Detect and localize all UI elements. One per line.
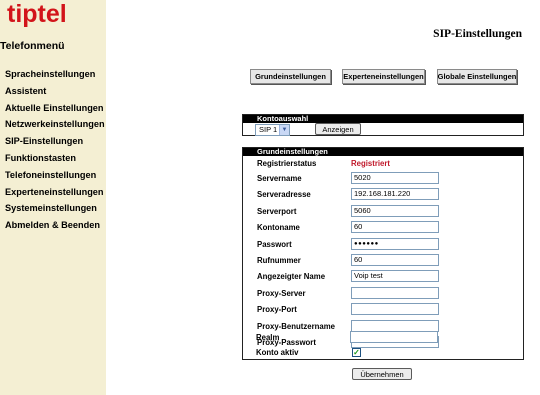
serveraddress-row: Serveradresse 192.168.181.220: [257, 188, 519, 201]
realm-row: Realm: [256, 331, 518, 344]
number-row: Rufnummer 60: [257, 254, 519, 267]
account-active-row: Konto aktiv ✓: [256, 346, 518, 359]
sidebar-item-telefoneinstellungen[interactable]: Telefoneinstellungen: [5, 169, 105, 186]
proxyport-label: Proxy-Port: [257, 305, 297, 314]
serverport-label: Serverport: [257, 207, 297, 216]
number-label: Rufnummer: [257, 256, 301, 265]
proxyserver-row: Proxy-Server: [257, 287, 519, 300]
serverport-row: Serverport 5060: [257, 205, 519, 218]
show-button[interactable]: Anzeigen: [315, 123, 361, 135]
serveraddress-label: Serveradresse: [257, 190, 311, 199]
tab-globale-einstellungen[interactable]: Globale Einstellungen: [437, 69, 517, 84]
serverport-field[interactable]: 5060: [351, 205, 439, 217]
number-field[interactable]: 60: [351, 254, 439, 266]
sidebar-menu: Spracheinstellungen Assistent Aktuelle E…: [5, 68, 105, 236]
proxyport-row: Proxy-Port: [257, 303, 519, 316]
password-field[interactable]: ●●●●●●: [351, 238, 439, 250]
account-select-value: SIP 1: [259, 125, 278, 134]
basic-settings-header: Grundeinstellungen: [243, 148, 523, 156]
displayname-row: Angezeigter Name Voip test: [257, 270, 519, 283]
password-label: Passwort: [257, 240, 292, 249]
sidebar-item-funktionstasten[interactable]: Funktionstasten: [5, 152, 105, 169]
sidebar-item-systemeinstellungen[interactable]: Systemeinstellungen: [5, 202, 105, 219]
page-title: SIP-Einstellungen: [433, 28, 522, 40]
sidebar-item-spracheinstellungen[interactable]: Spracheinstellungen: [5, 68, 105, 85]
accountname-field[interactable]: 60: [351, 221, 439, 233]
tiptel-logo: tiptel: [7, 0, 67, 28]
proxyserver-label: Proxy-Server: [257, 289, 306, 298]
registration-status-label: Registrierstatus: [257, 159, 317, 168]
sidebar: tiptel Telefonmenü Spracheinstellungen A…: [0, 0, 106, 395]
sidebar-item-experteneinstellungen[interactable]: Experteneinstellungen: [5, 186, 105, 203]
accountname-label: Kontoname: [257, 223, 300, 232]
displayname-field[interactable]: Voip test: [351, 270, 439, 282]
account-active-checkbox[interactable]: ✓: [352, 348, 361, 357]
chevron-down-icon[interactable]: ▼: [279, 125, 289, 135]
account-active-label: Konto aktiv: [256, 348, 299, 357]
realm-label: Realm: [256, 333, 280, 342]
apply-button[interactable]: Übernehmen: [352, 368, 412, 380]
sidebar-item-abmelden[interactable]: Abmelden & Beenden: [5, 219, 105, 236]
servername-field[interactable]: 5020: [351, 172, 439, 184]
sidebar-item-aktuelle-einstellungen[interactable]: Aktuelle Einstellungen: [5, 102, 105, 119]
account-select-header: Kontoauswahl: [243, 115, 523, 123]
account-select-dropdown[interactable]: SIP 1 ▼: [255, 124, 290, 136]
realm-field[interactable]: [350, 331, 438, 343]
sidebar-item-netzwerkeinstellungen[interactable]: Netzwerkeinstellungen: [5, 118, 105, 135]
account-select-panel: Kontoauswahl SIP 1 ▼ Anzeigen: [242, 114, 524, 136]
servername-row: Servername 5020: [257, 172, 519, 185]
servername-label: Servername: [257, 174, 302, 183]
menu-title: Telefonmenü: [0, 40, 65, 52]
basic-settings-panel: Grundeinstellungen Registrierstatus Regi…: [242, 147, 524, 360]
tab-experteneinstellungen[interactable]: Experteneinstellungen: [342, 69, 425, 84]
proxyport-field[interactable]: [351, 303, 439, 315]
password-row: Passwort ●●●●●●: [257, 238, 519, 251]
registration-status-row: Registrierstatus Registriert: [257, 157, 519, 170]
tab-grundeinstellungen[interactable]: Grundeinstellungen: [250, 69, 331, 84]
checkmark-icon: ✓: [353, 348, 360, 357]
serveraddress-field[interactable]: 192.168.181.220: [351, 188, 439, 200]
sidebar-item-assistent[interactable]: Assistent: [5, 85, 105, 102]
sidebar-item-sip-einstellungen[interactable]: SIP-Einstellungen: [5, 135, 105, 152]
proxyserver-field[interactable]: [351, 287, 439, 299]
registration-status-value: Registriert: [351, 159, 390, 168]
accountname-row: Kontoname 60: [257, 221, 519, 234]
displayname-label: Angezeigter Name: [257, 272, 326, 281]
